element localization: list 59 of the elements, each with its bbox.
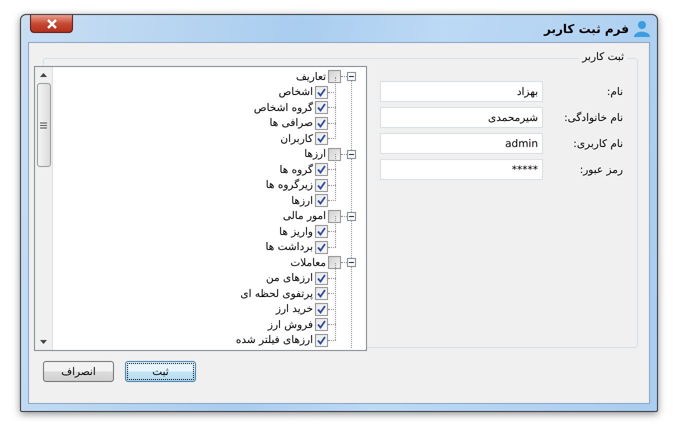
scroll-thumb[interactable] (36, 83, 50, 167)
collapse-toggle[interactable] (347, 72, 356, 82)
checkbox[interactable] (315, 101, 328, 114)
close-icon (46, 18, 58, 28)
tree-item[interactable]: پرتفوی لحظه ای (240, 288, 313, 300)
checkbox[interactable] (315, 163, 328, 176)
window-title: فرم ثبت کاربر (544, 22, 629, 36)
collapse-toggle[interactable] (347, 258, 356, 268)
action-button[interactable]: انصراف (43, 361, 114, 382)
tree-item[interactable]: فروش ارز (268, 318, 313, 331)
action-button[interactable]: ثبت (125, 361, 196, 382)
checkbox[interactable] (315, 318, 328, 332)
tree-item[interactable]: واریز ها (279, 226, 313, 238)
checkbox[interactable] (328, 256, 341, 270)
checkbox[interactable] (315, 302, 328, 316)
group-title: ثبت کاربر (579, 51, 627, 63)
tree-item[interactable]: گروه ها (280, 164, 313, 176)
checkbox[interactable] (315, 225, 328, 238)
checkbox[interactable] (315, 240, 328, 254)
field-label: نام خانوادگی: (563, 112, 623, 124)
field-label: نام: (606, 86, 623, 98)
close-button[interactable] (30, 15, 73, 33)
tree-item[interactable]: معاملات (290, 256, 326, 269)
tree-item[interactable]: خرید ارز (276, 303, 313, 316)
input-field[interactable]: شیرمحمدی (380, 107, 543, 128)
checkbox[interactable] (315, 272, 328, 285)
tree-item[interactable]: ارزهای من (266, 272, 313, 284)
checkbox[interactable] (315, 178, 328, 192)
user-icon (634, 20, 650, 37)
tree-item[interactable]: برداشت ها (266, 241, 313, 254)
tree-item[interactable]: تعاریف (296, 70, 326, 83)
scroll-down-icon[interactable] (40, 340, 47, 344)
checkbox[interactable] (315, 132, 328, 146)
tree-item[interactable]: امور مالی (282, 210, 326, 222)
checkbox[interactable] (328, 210, 341, 223)
tree-item[interactable]: صرافی ها (270, 117, 313, 130)
input-field[interactable]: ***** (380, 159, 543, 180)
tree-item[interactable]: اشخاص (278, 86, 313, 98)
checkbox[interactable] (328, 148, 341, 161)
scroll-up-icon[interactable] (40, 73, 47, 77)
checkbox[interactable] (315, 194, 328, 208)
collapse-toggle[interactable] (347, 150, 356, 159)
checkbox[interactable] (315, 116, 328, 130)
scrollbar[interactable] (35, 67, 53, 350)
tree-item[interactable]: ارزهای فیلتر شده (236, 334, 313, 346)
input-field[interactable]: بهزاد (380, 81, 543, 102)
checkbox[interactable] (315, 86, 328, 99)
tree-item[interactable]: گروه اشخاص (254, 102, 313, 114)
checkbox[interactable] (328, 70, 341, 84)
field-label: نام کاربری: (572, 138, 623, 150)
checkbox[interactable] (315, 334, 328, 347)
field-label: رمز عبور: (578, 164, 623, 176)
tree-item[interactable]: کاربران (280, 132, 313, 145)
input-field[interactable]: admin (380, 133, 543, 154)
tree-item[interactable]: ارزها (291, 194, 313, 207)
tree-item[interactable]: ارزها (304, 148, 326, 160)
tree-item[interactable]: زیرگروه ها (266, 179, 313, 192)
collapse-toggle[interactable] (347, 212, 356, 221)
checkbox[interactable] (315, 287, 328, 300)
